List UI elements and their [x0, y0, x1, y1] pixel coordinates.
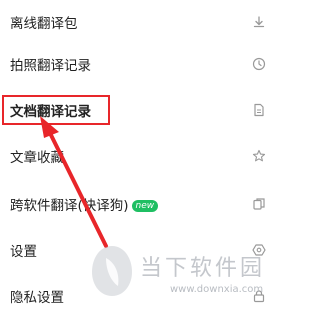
watermark-logo-icon — [92, 246, 132, 296]
menu-item-article-favorites[interactable]: 文章收藏 — [0, 134, 272, 178]
menu-item-label: 离线翻译包 — [10, 16, 78, 32]
watermark: 当下软件园 www.downxia.com — [90, 240, 272, 316]
menu-item-photo-history[interactable]: 拍照翻译记录 — [0, 42, 272, 86]
menu-item-offline-packs[interactable]: 离线翻译包 — [0, 0, 272, 44]
watermark-url: www.downxia.com — [170, 284, 264, 295]
watermark-brand: 当下软件园 — [140, 256, 266, 281]
menu-item-label: 跨软件翻译(快译狗) new — [10, 194, 159, 214]
download-icon — [252, 15, 266, 29]
new-badge: new — [131, 200, 159, 212]
document-icon — [252, 103, 266, 117]
highlight-box — [2, 95, 110, 125]
menu-item-label: 隐私设置 — [10, 290, 64, 306]
menu-item-cross-app-translate[interactable]: 跨软件翻译(快译狗) new — [0, 182, 272, 226]
clock-icon — [252, 57, 266, 71]
star-icon — [252, 149, 266, 163]
copy-icon — [252, 197, 266, 211]
menu-item-label: 设置 — [10, 244, 37, 260]
menu-item-label: 文章收藏 — [10, 150, 64, 166]
menu-item-text: 跨软件翻译(快译狗) — [10, 198, 129, 214]
menu-item-label: 拍照翻译记录 — [10, 58, 91, 74]
